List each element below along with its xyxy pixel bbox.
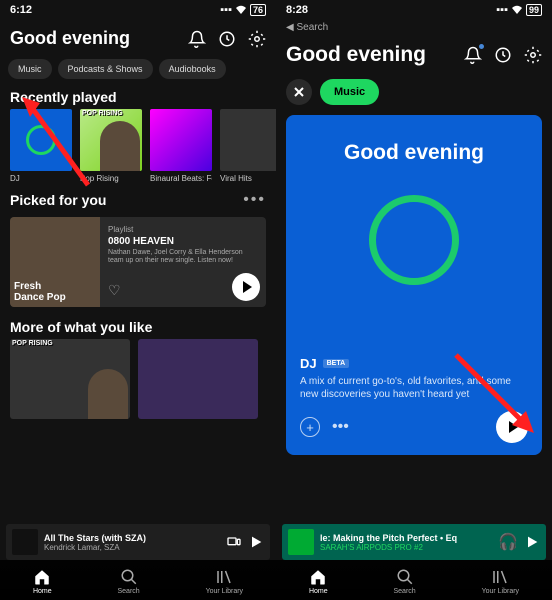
- battery-icon: 99: [526, 4, 542, 16]
- heart-icon[interactable]: ♡: [108, 282, 121, 299]
- recent-card-viral[interactable]: Viral Hits: [220, 109, 276, 183]
- status-time: 8:28: [286, 4, 308, 16]
- header: Good evening: [0, 20, 276, 57]
- np-artwork: [288, 529, 314, 555]
- recent-card-binaural[interactable]: Binaural Beats: Focus: [150, 109, 212, 183]
- filter-chips: Music Podcasts & Shows Audiobooks: [0, 57, 276, 81]
- picked-body: Playlist 0800 HEAVEN Nathan Dawe, Joel C…: [100, 217, 266, 307]
- nav-home[interactable]: Home: [33, 568, 52, 595]
- devices-icon[interactable]: [226, 534, 242, 550]
- close-filter-button[interactable]: [286, 79, 312, 105]
- nav-search[interactable]: Search: [118, 568, 140, 595]
- more-card-1[interactable]: [10, 339, 130, 419]
- header-icons: [188, 30, 266, 48]
- bell-icon[interactable]: [188, 30, 206, 48]
- np-title: le: Making the Pitch Perfect • Eq: [320, 533, 492, 543]
- recent-card-dj[interactable]: DJ: [10, 109, 72, 183]
- headphones-icon[interactable]: 🎧: [498, 532, 518, 552]
- np-artwork: [12, 529, 38, 555]
- np-subtitle: SARAH'S AIRPODS PRO #2: [320, 543, 492, 552]
- battery-icon: 76: [250, 4, 266, 16]
- dj-card[interactable]: Good evening DJ BETA A mix of current go…: [286, 115, 542, 455]
- spotify-home-left: 6:12 ▪▪▪ 76 Good evening Music Podcasts …: [0, 0, 276, 600]
- dj-name: DJ: [300, 356, 317, 371]
- status-icons: ▪▪▪ 76: [220, 4, 266, 16]
- bottom-nav: Home Search Your Library: [0, 560, 276, 600]
- gear-icon[interactable]: [248, 30, 266, 48]
- np-artist: Kendrick Lamar, SZA: [44, 543, 220, 552]
- beta-badge: BETA: [323, 359, 350, 368]
- status-bar: 6:12 ▪▪▪ 76: [0, 0, 276, 20]
- search-back[interactable]: ◀ Search: [276, 20, 552, 35]
- chip-music-active[interactable]: Music: [320, 79, 379, 105]
- status-icons: ▪▪▪ 99: [496, 4, 542, 16]
- filter-row: Music: [276, 75, 552, 109]
- viral-thumbnail: [220, 109, 276, 171]
- greeting-text: Good evening: [286, 43, 426, 67]
- more-card-2[interactable]: [138, 339, 258, 419]
- picked-image: [10, 217, 100, 307]
- bell-icon[interactable]: [464, 46, 482, 64]
- header: Good evening: [276, 35, 552, 75]
- np-text: le: Making the Pitch Perfect • Eq SARAH'…: [320, 533, 492, 552]
- play-icon[interactable]: [248, 534, 264, 550]
- nav-library[interactable]: Your Library: [482, 568, 520, 595]
- recently-played-row[interactable]: DJ Pop Rising Binaural Beats: Focus Vira…: [0, 109, 276, 183]
- poprising-thumbnail: [80, 109, 142, 171]
- chip-audiobooks[interactable]: Audiobooks: [159, 59, 226, 79]
- add-icon[interactable]: +: [300, 417, 320, 437]
- dj-play-button[interactable]: [496, 411, 528, 443]
- recent-card-poprising[interactable]: Pop Rising: [80, 109, 142, 183]
- spotify-dj-right: 8:28 ▪▪▪ 99 ◀ Search Good evening Music …: [276, 0, 552, 600]
- nav-home[interactable]: Home: [309, 568, 328, 595]
- play-icon[interactable]: [524, 534, 540, 550]
- nav-search[interactable]: Search: [394, 568, 416, 595]
- picked-desc: Nathan Dawe, Joel Corry & Ella Henderson…: [108, 249, 258, 266]
- history-icon[interactable]: [494, 46, 512, 64]
- status-bar: 8:28 ▪▪▪ 99: [276, 0, 552, 20]
- status-time: 6:12: [10, 4, 32, 16]
- np-text: All The Stars (with SZA) Kendrick Lamar,…: [44, 533, 220, 552]
- dj-name-row: DJ BETA: [300, 356, 528, 371]
- binaural-thumbnail: [150, 109, 212, 171]
- more-row[interactable]: [0, 339, 276, 419]
- header-icons: [464, 46, 542, 64]
- chip-podcasts[interactable]: Podcasts & Shows: [58, 59, 153, 79]
- dj-description: A mix of current go-to's, old favorites,…: [300, 375, 528, 401]
- dj-thumbnail: [10, 109, 72, 171]
- chip-music[interactable]: Music: [8, 59, 52, 79]
- more-title: More of what you like: [0, 311, 276, 339]
- greeting-text: Good evening: [10, 28, 130, 49]
- picked-header: Picked for you •••: [0, 183, 276, 213]
- np-title: All The Stars (with SZA): [44, 533, 220, 543]
- dj-ring-icon: [369, 195, 459, 285]
- recently-played-title: Recently played: [0, 81, 276, 109]
- wifi-icon: [235, 5, 247, 15]
- signal-icon: ▪▪▪: [220, 4, 232, 16]
- wifi-icon: [511, 5, 523, 15]
- signal-icon: ▪▪▪: [496, 4, 508, 16]
- picked-name: 0800 HEAVEN: [108, 236, 258, 247]
- more-icon[interactable]: •••: [332, 418, 349, 436]
- picked-tag: Playlist: [108, 225, 258, 234]
- nav-library[interactable]: Your Library: [206, 568, 244, 595]
- dj-actions: + •••: [300, 411, 528, 443]
- picked-card[interactable]: Playlist 0800 HEAVEN Nathan Dawe, Joel C…: [10, 217, 266, 307]
- play-button[interactable]: [232, 273, 260, 301]
- bottom-nav: Home Search Your Library: [276, 560, 552, 600]
- now-playing-bar[interactable]: All The Stars (with SZA) Kendrick Lamar,…: [6, 524, 270, 560]
- picked-title: Picked for you: [10, 192, 106, 208]
- dj-heading: Good evening: [300, 141, 528, 165]
- more-options-icon[interactable]: •••: [243, 191, 266, 209]
- now-playing-bar[interactable]: le: Making the Pitch Perfect • Eq SARAH'…: [282, 524, 546, 560]
- gear-icon[interactable]: [524, 46, 542, 64]
- history-icon[interactable]: [218, 30, 236, 48]
